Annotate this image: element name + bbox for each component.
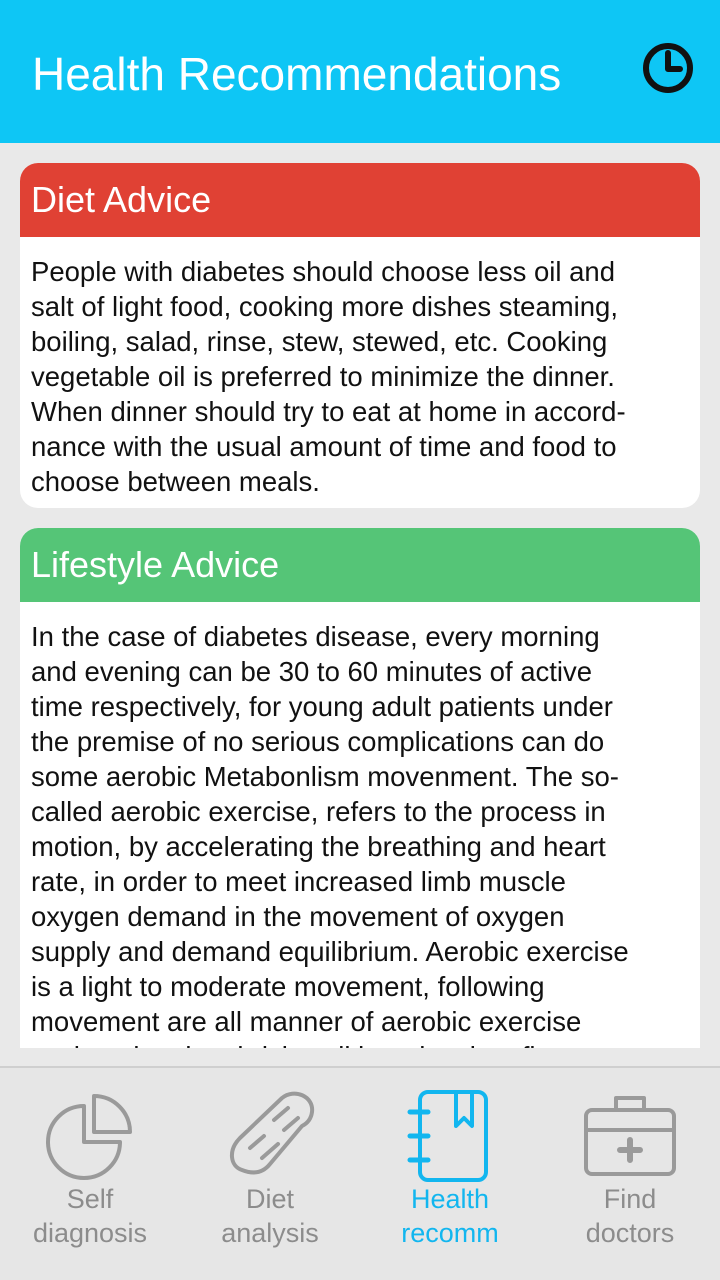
diet-advice-card: Diet Advice People with diabetes should … [20, 163, 700, 508]
tab-self-diagnosis[interactable]: Self diagnosis [0, 1068, 180, 1280]
tab-label: Diet analysis [221, 1184, 319, 1248]
diet-advice-header: Diet Advice [20, 163, 700, 237]
page-title: Health Recommendations [32, 48, 562, 100]
lifestyle-advice-header: Lifestyle Advice [20, 528, 700, 602]
lifestyle-advice-card: Lifestyle Advice In the case of diabetes… [20, 528, 700, 1048]
bottom-tab-bar: Self diagnosis Diet analysis Health reco… [0, 1066, 720, 1280]
app-bar: Health Recommendations [0, 0, 720, 143]
tab-find-doctors[interactable]: Find doctors [540, 1068, 720, 1280]
recommendations-scroll-area[interactable]: Diet Advice People with diabetes should … [0, 143, 720, 1048]
diet-advice-title: Diet Advice [31, 179, 212, 220]
tab-label: Find doctors [585, 1184, 675, 1248]
tab-label: Self diagnosis [32, 1184, 148, 1248]
history-button[interactable] [636, 36, 700, 100]
lifestyle-advice-title: Lifestyle Advice [31, 544, 280, 585]
medical-kit-icon [584, 1096, 676, 1176]
diet-advice-text: People with diabetes should choose less … [31, 256, 626, 497]
bread-icon [230, 1091, 315, 1175]
tab-diet-analysis[interactable]: Diet analysis [180, 1068, 360, 1280]
tab-health-recomm[interactable]: Health recomm [360, 1068, 540, 1280]
lifestyle-advice-text: In the case of diabetes disease, every m… [31, 621, 629, 1048]
tab-label: Health recomm [401, 1184, 499, 1248]
pie-chart-icon [46, 1094, 132, 1180]
clock-icon [643, 43, 693, 93]
notebook-icon [407, 1090, 488, 1182]
